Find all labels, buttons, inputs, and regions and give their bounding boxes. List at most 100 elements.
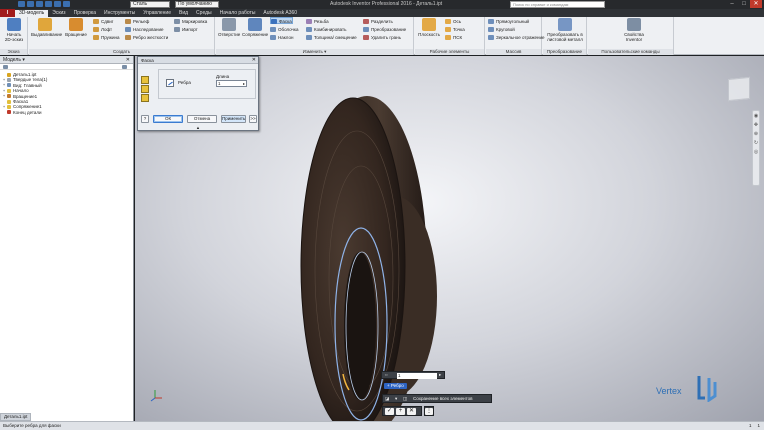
orbit-icon[interactable]: ↻ <box>753 140 759 146</box>
dialog-close-icon[interactable]: ✕ <box>252 57 256 64</box>
new-icon[interactable] <box>18 1 25 7</box>
ucs-button[interactable]: ПСК <box>445 34 462 41</box>
more-options-button[interactable]: >> <box>249 115 257 123</box>
viewcube[interactable] <box>728 76 750 102</box>
rect-pattern-button[interactable]: Прямоугольный <box>488 18 529 25</box>
split-button[interactable]: Разделить <box>363 18 393 25</box>
appearance-combo[interactable]: По умолчанию <box>175 1 219 8</box>
shell-button[interactable]: Оболочка <box>270 26 298 33</box>
browser-title[interactable]: Модель ▾ <box>3 57 25 63</box>
save-icon[interactable] <box>36 1 43 7</box>
tab-inspect[interactable]: Проверка <box>70 10 100 17</box>
emboss-button[interactable]: Рельеф <box>125 18 149 25</box>
tree-expander-icon[interactable] <box>2 110 6 114</box>
tree-expander-icon[interactable]: + <box>2 83 6 87</box>
edges-select-button[interactable] <box>166 79 174 87</box>
combine-button[interactable]: Комбинировать <box>306 26 346 33</box>
point-button[interactable]: Точка <box>445 26 465 33</box>
import-button[interactable]: Импорт <box>174 26 198 33</box>
tab-manage[interactable]: Управление <box>139 10 175 17</box>
panel-custom-commands: Свойства Inventor Пользовательские коман… <box>588 17 674 55</box>
tab-sketch[interactable]: Эскиз <box>48 10 69 17</box>
watermark-text: Vertex <box>656 386 682 396</box>
thicken-button[interactable]: Толщина/ смещение <box>306 34 357 41</box>
tree-expander-icon[interactable] <box>2 100 6 104</box>
application-menu-button[interactable]: I <box>0 9 15 17</box>
close-button[interactable]: ✕ <box>750 0 762 8</box>
status-counter-a: 1 <box>748 423 752 428</box>
model-tree: Деталь1.ipt + Твердые тела(1) + Вид: Главный… <box>0 70 133 115</box>
inventor-properties-button[interactable]: Свойства Inventor <box>618 18 650 42</box>
distance-spin-icon[interactable]: ▸ <box>243 81 245 86</box>
tab-tools[interactable]: Инструменты <box>100 10 139 17</box>
direct-edit-button[interactable]: Преобразование <box>363 26 406 33</box>
mirror-button[interactable]: Зеркальное отражение <box>488 34 545 41</box>
mini-apply-button[interactable]: + <box>396 408 405 415</box>
browser-search-icon[interactable] <box>122 65 127 69</box>
help-search-input[interactable]: Поиск по справке и командам <box>510 1 605 8</box>
delete-face-button[interactable]: Удалить грань <box>363 34 401 41</box>
mini-cancel-button[interactable]: ✕ <box>407 408 416 415</box>
sweep-button[interactable]: Сдвиг <box>93 18 113 25</box>
loft-button[interactable]: Лофт <box>93 26 112 33</box>
look-at-icon[interactable]: ◎ <box>753 149 759 155</box>
distance-method-icon[interactable] <box>141 76 149 84</box>
full-navigation-wheel-icon[interactable]: ◉ <box>753 113 759 119</box>
tab-get-started[interactable]: Начало работы <box>216 10 260 17</box>
open-icon[interactable] <box>27 1 34 7</box>
derive-button[interactable]: Наследование <box>125 26 164 33</box>
tab-a360[interactable]: Autodesk A360 <box>259 10 301 17</box>
chamfer-mode-icon[interactable]: ◪ <box>385 396 389 402</box>
tab-3d-model[interactable]: 3D-модель <box>15 10 49 17</box>
two-distances-method-icon[interactable] <box>141 94 149 102</box>
mini-edges-chip[interactable]: + Ребро <box>384 383 407 389</box>
cancel-button[interactable]: Отмена <box>187 115 217 123</box>
coil-button[interactable]: Пружина <box>93 34 120 41</box>
tab-environments[interactable]: Среды <box>192 10 216 17</box>
revolve-button[interactable]: Вращение <box>63 18 89 37</box>
pan-icon[interactable]: ✥ <box>753 122 759 128</box>
help-button[interactable]: ? <box>141 115 149 123</box>
draft-button[interactable]: Наклон <box>270 34 293 41</box>
distance-angle-method-icon[interactable] <box>141 85 149 93</box>
tree-expander-icon[interactable]: + <box>2 88 6 93</box>
tree-item[interactable]: Конец детали <box>2 110 133 115</box>
ok-button[interactable]: ОК <box>153 115 183 123</box>
tree-expander-icon[interactable]: + <box>2 94 6 98</box>
undo-icon[interactable] <box>45 1 52 7</box>
start-sketch-button[interactable]: Начать 2D-эскиз <box>3 18 25 42</box>
distance-field[interactable]: 1 ▸ <box>216 80 247 87</box>
browser-close-icon[interactable]: ✕ <box>126 56 130 64</box>
mode-dropdown-icon[interactable]: ▾ <box>395 396 397 402</box>
material-combo[interactable]: Сталь <box>130 1 170 8</box>
filter-icon[interactable] <box>3 65 8 69</box>
corner-option-icon[interactable]: ◫ <box>403 396 407 402</box>
fillet-button[interactable]: Сопряжение <box>242 18 268 37</box>
mini-menu-icon[interactable]: ⋮ <box>425 408 433 415</box>
rib-button[interactable]: Ребро жесткости <box>125 34 168 41</box>
maximize-button[interactable]: □ <box>738 0 750 8</box>
mini-ok-button[interactable]: ✓ <box>385 408 394 415</box>
select-icon[interactable] <box>63 1 70 7</box>
tree-expander-icon[interactable]: + <box>2 105 6 109</box>
tree-expander-icon[interactable]: + <box>2 78 6 82</box>
mini-dropdown-icon[interactable]: ▸ <box>439 372 441 378</box>
convert-sheet-metal-button[interactable]: Преобразовать в листовой металл <box>545 18 585 42</box>
document-tab[interactable]: Деталь1.ipt <box>0 413 32 421</box>
apply-button[interactable]: Применить <box>221 115 246 123</box>
hole-button[interactable]: Отверстие <box>218 18 240 37</box>
dialog-collapse-icon[interactable]: ▲ <box>196 125 200 130</box>
minimize-button[interactable]: – <box>726 0 738 8</box>
circ-pattern-button[interactable]: Круговой <box>488 26 515 33</box>
chamfer-button[interactable]: Фаска <box>270 17 293 25</box>
plane-button[interactable]: Плоскость <box>418 18 440 37</box>
redo-icon[interactable] <box>54 1 61 7</box>
unwrap-button[interactable]: Маркировка <box>174 18 207 25</box>
axis-button[interactable]: Ось <box>445 18 461 25</box>
zoom-icon[interactable]: ⊕ <box>753 131 759 137</box>
mini-distance-input[interactable]: 1 <box>397 373 437 379</box>
extrude-button[interactable]: Выдавливание <box>31 18 62 37</box>
tree-expander-icon[interactable] <box>2 73 6 77</box>
tab-view[interactable]: Вид <box>175 10 192 17</box>
thread-button[interactable]: Резьба <box>306 18 329 25</box>
